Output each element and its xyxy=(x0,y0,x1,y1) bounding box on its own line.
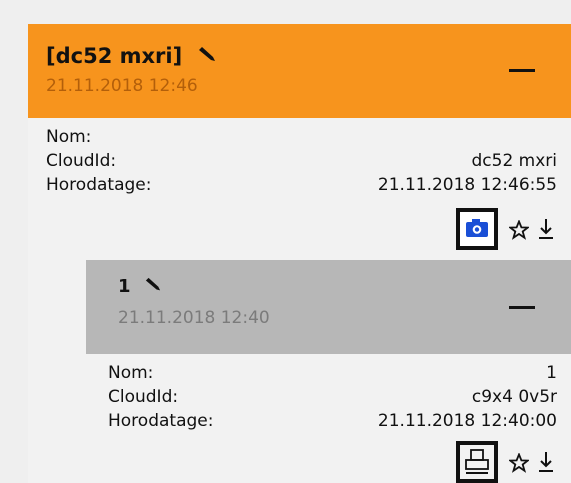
field-value-cloudid: dc52 mxri xyxy=(471,151,557,171)
field-label-nom: Nom: xyxy=(46,127,92,147)
device-header[interactable]: [dc52 mxri] 21.11.2018 12:46 xyxy=(28,24,571,118)
sub-item-title: 1 xyxy=(118,276,163,298)
sub-field-label-horodatage: Horodatage: xyxy=(108,411,214,431)
sub-field-label-cloudid: CloudId: xyxy=(108,387,179,407)
collapse-icon[interactable] xyxy=(509,306,535,309)
device-title: [dc52 mxri] xyxy=(46,44,218,69)
sub-item-datetime: 21.11.2018 12:40 xyxy=(118,308,270,328)
collapse-icon[interactable] xyxy=(509,69,535,72)
field-label-cloudid: CloudId: xyxy=(46,151,117,171)
print-button[interactable] xyxy=(456,441,498,483)
sub-item-title-text: 1 xyxy=(118,276,131,297)
device-datetime: 21.11.2018 12:46 xyxy=(46,76,198,96)
sub-field-value-horodatage: 21.11.2018 12:40:00 xyxy=(377,411,557,431)
star-icon[interactable] xyxy=(507,219,531,244)
sub-field-label-nom: Nom: xyxy=(108,363,154,383)
device-panel: [dc52 mxri] 21.11.2018 12:46 Nom: CloudI… xyxy=(28,24,571,483)
edit-pencil-icon[interactable] xyxy=(196,45,218,69)
edit-pencil-icon[interactable] xyxy=(143,277,163,298)
camera-icon xyxy=(466,219,488,237)
field-label-horodatage: Horodatage: xyxy=(46,175,152,195)
sub-item-header[interactable]: 1 21.11.2018 12:40 xyxy=(86,260,571,354)
star-icon[interactable] xyxy=(507,452,531,477)
device-title-text: [dc52 mxri] xyxy=(46,44,183,68)
field-value-horodatage: 21.11.2018 12:46:55 xyxy=(377,175,557,195)
download-icon[interactable] xyxy=(538,218,554,244)
download-icon[interactable] xyxy=(538,451,554,477)
print-icon xyxy=(465,449,489,474)
sub-field-value-nom: 1 xyxy=(546,363,557,383)
sub-field-value-cloudid: c9x4 0v5r xyxy=(471,387,557,407)
camera-button[interactable] xyxy=(456,208,498,250)
